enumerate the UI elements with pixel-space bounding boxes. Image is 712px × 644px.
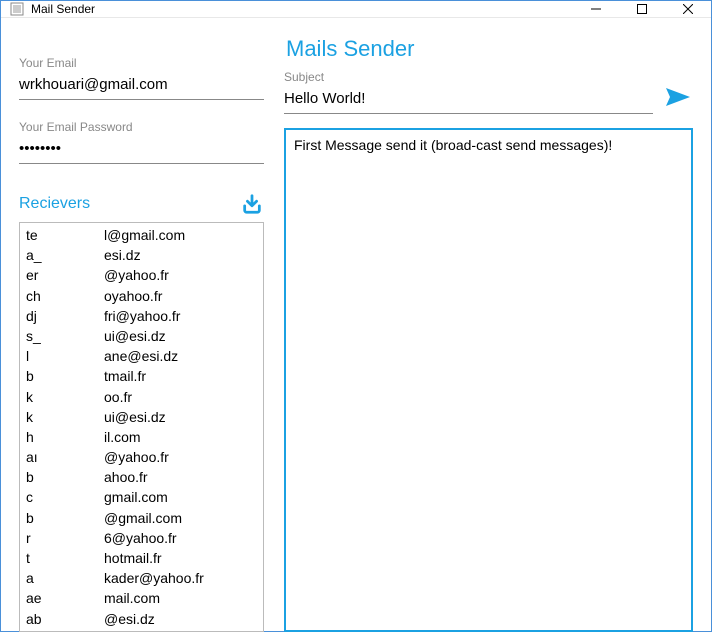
receivers-title: Recievers [19, 195, 90, 213]
subject-field[interactable] [284, 86, 653, 114]
list-item[interactable]: ab@esi.dz [20, 609, 263, 629]
message-textarea[interactable] [284, 128, 693, 632]
receivers-list-scroll[interactable]: tel@gmail.coma_esi.dzer@yahoo.frchoyahoo… [20, 223, 263, 631]
window-controls [573, 1, 711, 17]
download-icon [241, 193, 263, 215]
receivers-list: tel@gmail.coma_esi.dzer@yahoo.frchoyahoo… [19, 222, 264, 632]
list-item[interactable]: kui@esi.dz [20, 407, 263, 427]
app-icon [9, 1, 25, 17]
receivers-header: Recievers [19, 192, 264, 216]
app-window: Mail Sender Your Email Your Email Passwo… [0, 0, 712, 632]
password-field[interactable] [19, 136, 264, 164]
list-item[interactable]: hil.com [20, 427, 263, 447]
content-area: Your Email Your Email Password Recievers… [1, 18, 711, 644]
right-column: Mails Sender Subject [284, 36, 693, 632]
minimize-button[interactable] [573, 1, 619, 17]
list-item[interactable]: a_esi.dz [20, 245, 263, 265]
send-button[interactable] [663, 82, 693, 112]
email-field[interactable] [19, 72, 264, 100]
subject-label: Subject [284, 70, 653, 84]
list-item[interactable]: b@gmail.com [20, 508, 263, 528]
list-item[interactable]: cgmail.com [20, 487, 263, 507]
titlebar: Mail Sender [1, 1, 711, 18]
email-label: Your Email [19, 56, 264, 70]
list-item[interactable]: btmail.fr [20, 366, 263, 386]
send-icon [664, 85, 692, 109]
import-button[interactable] [240, 192, 264, 216]
list-item[interactable]: aı@yahoo.fr [20, 447, 263, 467]
list-item[interactable]: aemail.com [20, 588, 263, 608]
app-title: Mails Sender [286, 36, 693, 62]
subject-row: Subject [284, 70, 693, 114]
list-item[interactable]: s_ui@esi.dz [20, 326, 263, 346]
list-item[interactable]: bahoo.fr [20, 467, 263, 487]
list-item[interactable]: lane@esi.dz [20, 346, 263, 366]
list-item[interactable]: choyahoo.fr [20, 286, 263, 306]
list-item[interactable]: koo.fr [20, 387, 263, 407]
list-item[interactable]: r6@yahoo.fr [20, 528, 263, 548]
close-button[interactable] [665, 1, 711, 17]
password-label: Your Email Password [19, 120, 264, 134]
subject-block: Subject [284, 70, 653, 114]
list-item[interactable]: thotmail.fr [20, 548, 263, 568]
list-item[interactable]: djfri@yahoo.fr [20, 306, 263, 326]
maximize-button[interactable] [619, 1, 665, 17]
window-title: Mail Sender [31, 2, 573, 16]
list-item[interactable]: er@yahoo.fr [20, 265, 263, 285]
list-item[interactable]: akader@yahoo.fr [20, 568, 263, 588]
left-column: Your Email Your Email Password Recievers… [19, 36, 264, 632]
list-item[interactable]: tel@gmail.com [20, 225, 263, 245]
